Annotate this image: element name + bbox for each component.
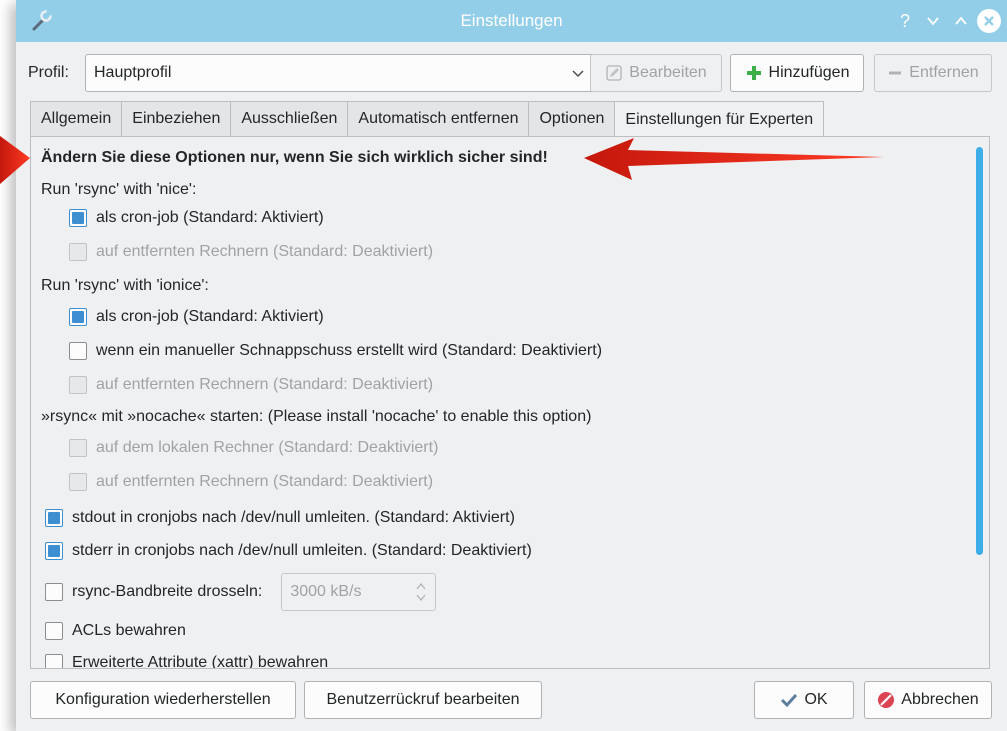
ionice-remote-checkbox[interactable] (69, 376, 87, 394)
window-title: Einstellungen (460, 11, 563, 30)
edit-profile-button[interactable]: Bearbeiten (590, 54, 722, 92)
edit-user-callback-button[interactable]: Benutzerrückruf bearbeiten (304, 681, 542, 719)
nocache-header: »rsync« mit »nocache« starten: (Please i… (41, 408, 592, 425)
nice-cron-label: als cron-job (Standard: Aktiviert) (96, 209, 324, 226)
tab-allgemein[interactable]: Allgemein (30, 101, 122, 137)
chevron-down-icon (572, 70, 584, 78)
ok-button[interactable]: OK (754, 681, 854, 719)
ionice-remote-option[interactable]: auf entfernten Rechnern (Standard: Deakt… (69, 376, 433, 394)
tab-automatisch-entfernen[interactable]: Automatisch entfernen (347, 101, 529, 137)
profile-select[interactable]: Hauptprofil (85, 54, 596, 92)
remove-profile-button[interactable]: Entfernen (874, 54, 992, 92)
add-profile-button[interactable]: Hinzufügen (730, 54, 864, 92)
stdout-label: stdout in cronjobs nach /dev/null umleit… (72, 509, 515, 526)
bwlimit-value: 3000 kB/s (290, 583, 362, 600)
ionice-cron-checkbox[interactable] (69, 308, 87, 326)
profile-label: Profil: (28, 64, 69, 81)
cancel-button[interactable]: Abbrechen (864, 681, 992, 719)
bwlimit-spinbox[interactable]: 3000 kB/s (281, 573, 437, 611)
tab-einbeziehen[interactable]: Einbeziehen (121, 101, 231, 137)
cancel-label: Abbrechen (901, 691, 979, 708)
edit-profile-label: Bearbeiten (629, 64, 707, 81)
nocache-local-option[interactable]: auf dem lokalen Rechner (Standard: Deakt… (69, 439, 438, 457)
xattr-label: Erweiterte Attribute (xattr) bewahren (72, 654, 329, 669)
add-profile-label: Hinzufügen (768, 64, 850, 81)
restore-config-button[interactable]: Konfiguration wiederherstellen (30, 681, 296, 719)
close-icon (984, 16, 994, 26)
title-bar[interactable]: Einstellungen ? (16, 0, 1007, 42)
bwlimit-checkbox[interactable] (45, 583, 63, 601)
remove-profile-label: Entfernen (909, 64, 979, 81)
minimize-button[interactable] (922, 10, 944, 32)
stdout-checkbox[interactable] (45, 509, 63, 527)
scrollbar-thumb[interactable] (976, 147, 983, 555)
nice-remote-checkbox[interactable] (69, 243, 87, 261)
ionice-manual-checkbox[interactable] (69, 342, 87, 360)
bwlimit-option[interactable]: rsync-Bandbreite drosseln: 3000 kB/s (45, 573, 437, 611)
chevron-down-icon (927, 17, 939, 26)
spin-arrows-icon[interactable] (415, 581, 427, 603)
tab-optionen[interactable]: Optionen (528, 101, 615, 137)
nocache-local-label: auf dem lokalen Rechner (Standard: Deakt… (96, 439, 439, 456)
nocache-remote-option[interactable]: auf entfernten Rechnern (Standard: Deakt… (69, 473, 433, 491)
checkmark-icon (781, 693, 798, 708)
close-button[interactable] (977, 9, 1001, 33)
plus-icon (746, 66, 761, 80)
pencil-icon (606, 65, 622, 81)
profile-select-value: Hauptprofil (94, 64, 172, 81)
acl-option[interactable]: ACLs bewahren (45, 622, 186, 640)
expert-settings-panel: Ändern Sie diese Optionen nur, wenn Sie … (30, 136, 990, 669)
ionice-remote-label: auf entfernten Rechnern (Standard: Deakt… (96, 376, 434, 393)
ionice-cron-label: als cron-job (Standard: Aktiviert) (96, 308, 324, 325)
nocache-local-checkbox[interactable] (69, 439, 87, 457)
ok-label: OK (804, 691, 828, 708)
tab-expert-settings[interactable]: Einstellungen für Experten (614, 101, 825, 138)
nice-remote-option[interactable]: auf entfernten Rechnern (Standard: Deakt… (69, 243, 433, 261)
cancel-icon (878, 692, 895, 708)
stderr-label: stderr in cronjobs nach /dev/null umleit… (72, 542, 532, 559)
ionice-manual-option[interactable]: wenn ein manueller Schnappschuss erstell… (69, 342, 602, 360)
tab-ausschliessen[interactable]: Ausschließen (230, 101, 348, 137)
chevron-up-icon (955, 16, 967, 25)
xattr-checkbox[interactable] (45, 654, 63, 668)
warning-text: Ändern Sie diese Optionen nur, wenn Sie … (41, 149, 548, 166)
xattr-option[interactable]: Erweiterte Attribute (xattr) bewahren (45, 654, 329, 669)
ionice-manual-label: wenn ein manueller Schnappschuss erstell… (96, 342, 603, 359)
bwlimit-label: rsync-Bandbreite drosseln: (72, 583, 263, 600)
maximize-button[interactable] (950, 10, 972, 32)
stdout-option[interactable]: stdout in cronjobs nach /dev/null umleit… (45, 509, 515, 527)
nice-remote-label: auf entfernten Rechnern (Standard: Deakt… (96, 243, 434, 260)
stderr-option[interactable]: stderr in cronjobs nach /dev/null umleit… (45, 542, 532, 560)
nocache-remote-checkbox[interactable] (69, 473, 87, 491)
nice-cron-option[interactable]: als cron-job (Standard: Aktiviert) (69, 209, 324, 227)
stderr-checkbox[interactable] (45, 542, 63, 560)
nice-header: Run 'rsync' with 'nice': (41, 181, 197, 198)
help-button[interactable]: ? (894, 10, 916, 32)
minus-icon (889, 71, 902, 75)
nice-cron-checkbox[interactable] (69, 209, 87, 227)
tab-bar: Allgemein Einbeziehen Ausschließen Autom… (30, 101, 825, 138)
settings-window: Einstellungen ? Profil: Hauptprofil Bear… (16, 0, 1007, 731)
ionice-cron-option[interactable]: als cron-job (Standard: Aktiviert) (69, 308, 324, 326)
acl-checkbox[interactable] (45, 622, 63, 640)
acl-label: ACLs bewahren (72, 622, 186, 639)
nocache-remote-label: auf entfernten Rechnern (Standard: Deakt… (96, 473, 434, 490)
ionice-header: Run 'rsync' with 'ionice': (41, 277, 209, 294)
